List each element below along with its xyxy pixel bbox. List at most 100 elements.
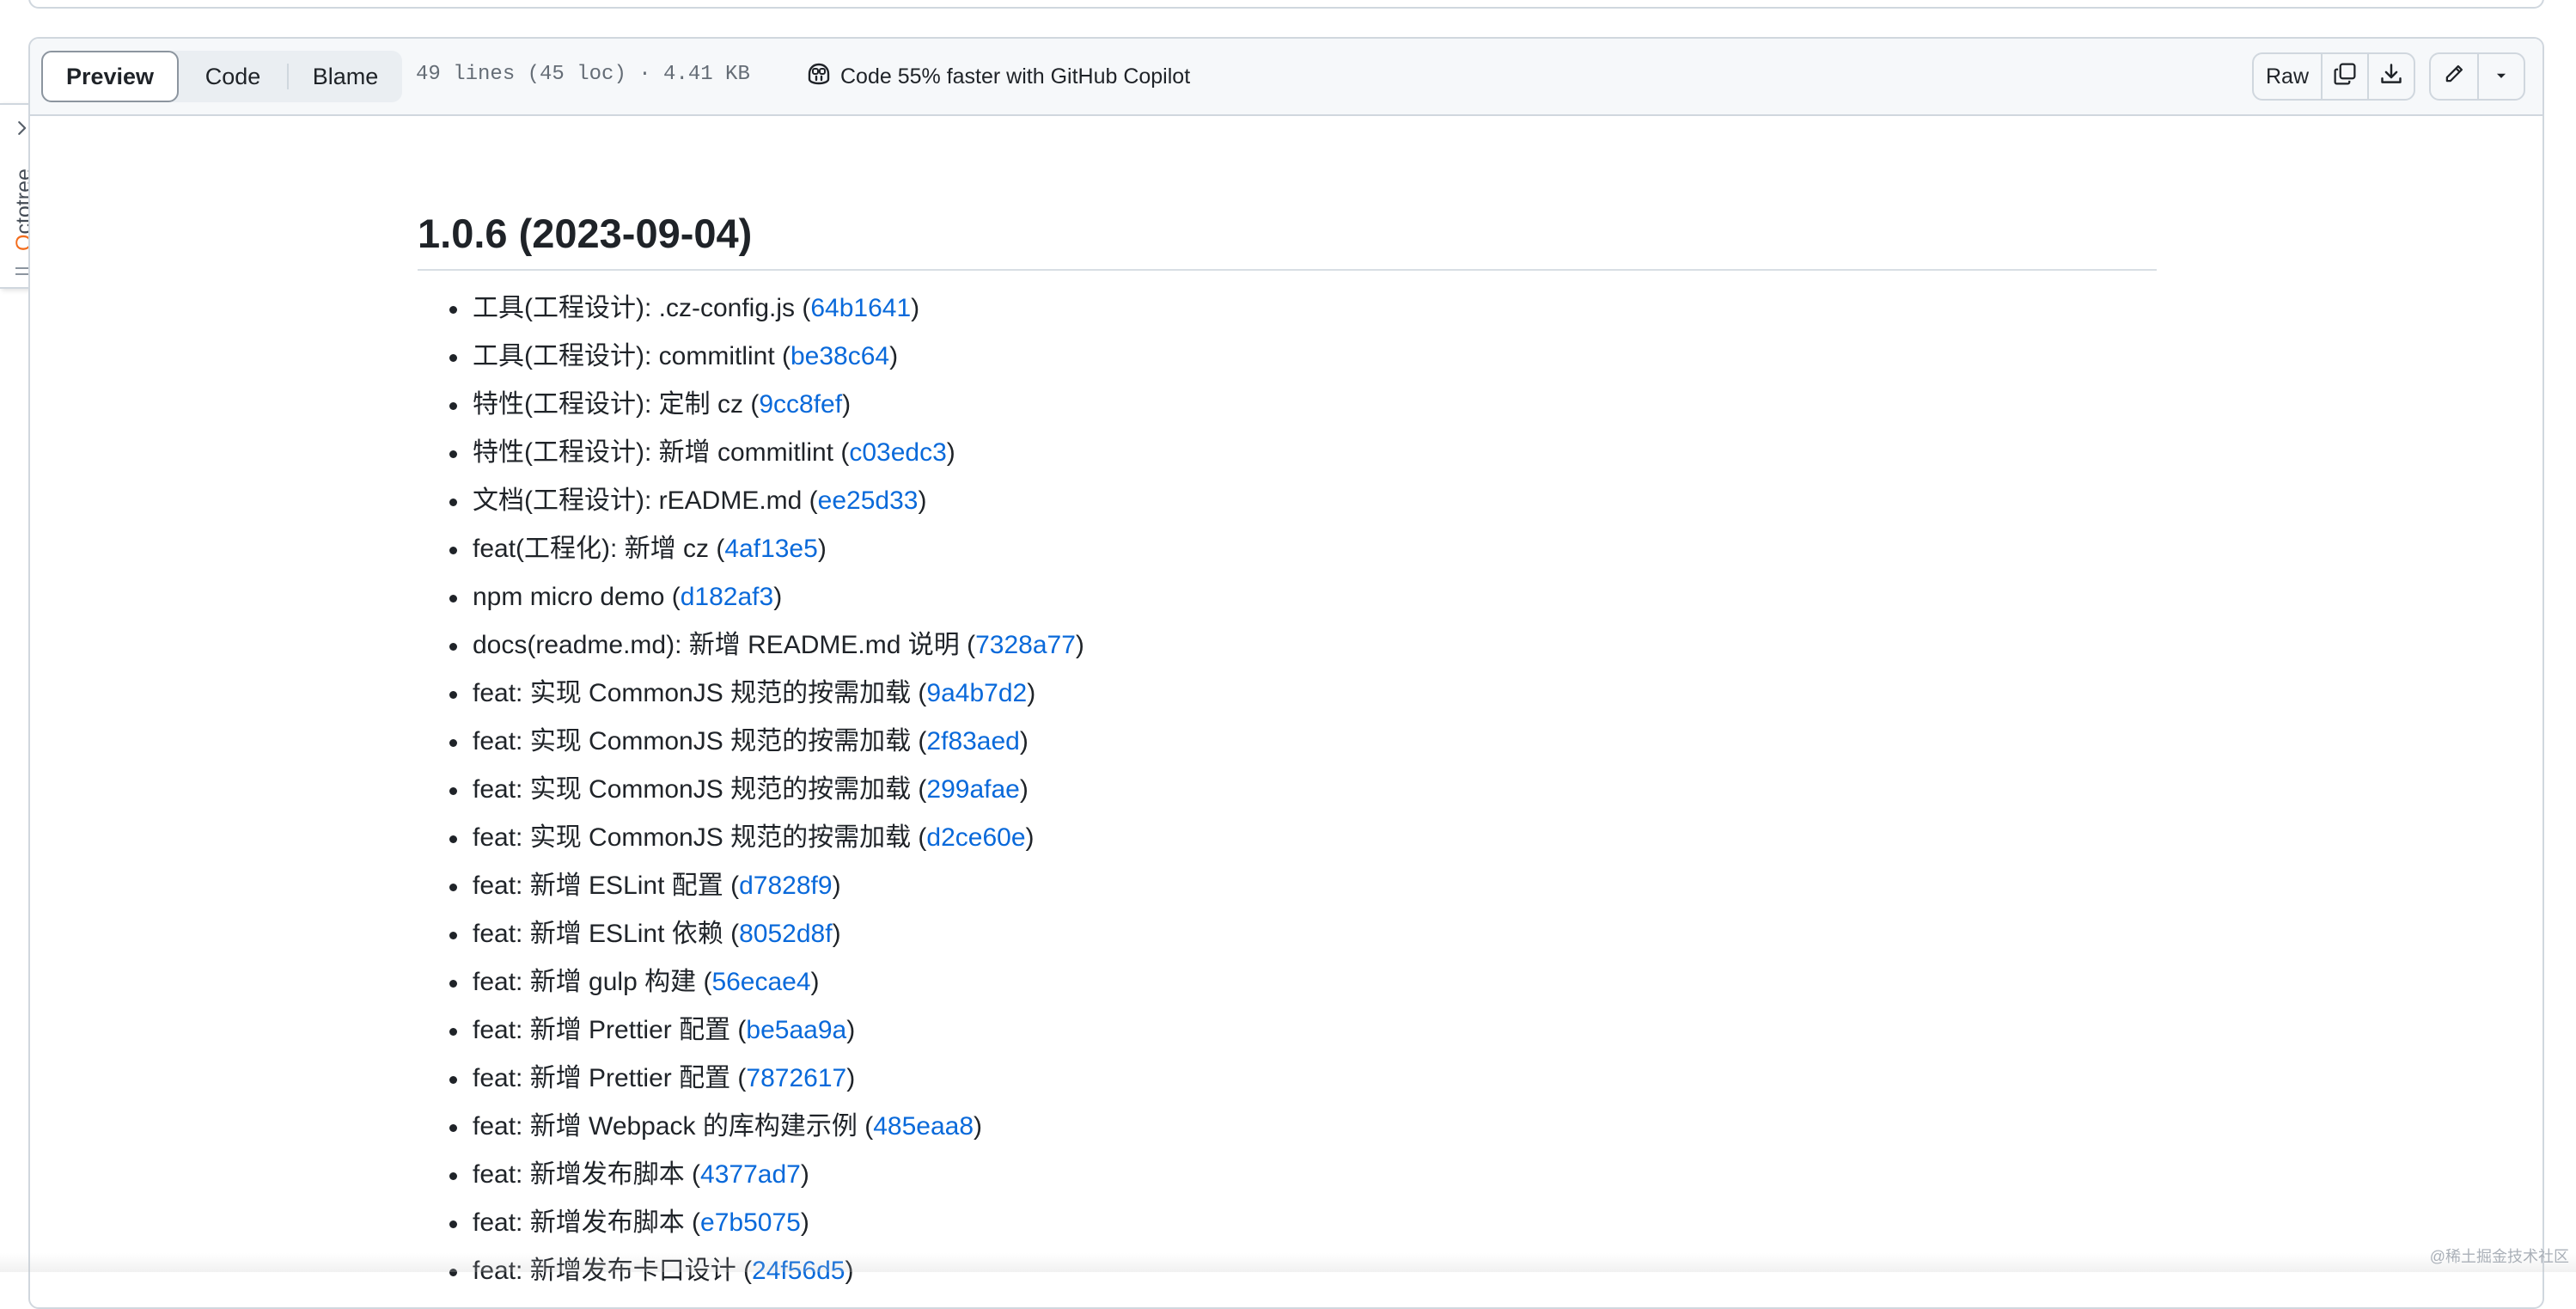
heading-divider [418, 269, 2157, 271]
commit-message: feat: 新增发布脚本 [473, 1160, 685, 1189]
bullet-icon [449, 835, 457, 843]
file-viewer: Preview Code Blame 49 lines (45 loc) · 4… [28, 37, 2544, 1309]
commit-hash-link[interactable]: 8052d8f [739, 920, 832, 948]
commit-message: feat: 实现 CommonJS 规范的按需加载 [473, 727, 911, 755]
commit-hash-link[interactable]: c03edc3 [849, 438, 946, 467]
bullet-icon [449, 306, 457, 314]
commit-list-item: feat: 新增 gulp 构建 (56ecae4) [418, 958, 2157, 1006]
more-edit-options-button[interactable] [2477, 54, 2524, 99]
commit-list-item: feat: 实现 CommonJS 规范的按需加载 (9a4b7d2) [418, 670, 2157, 718]
release-heading: 1.0.6 (2023-09-04) [418, 116, 2157, 257]
bullet-icon [449, 1172, 457, 1180]
bullet-icon [449, 980, 457, 988]
commit-message: feat: 新增 Prettier 配置 [473, 1016, 730, 1044]
caret-down-icon [2494, 64, 2509, 89]
commit-hash-link[interactable]: 7872617 [746, 1064, 846, 1092]
commit-hash-link[interactable]: 64b1641 [810, 294, 911, 322]
commit-list-item: 文档(工程设计): rEADME.md (ee25d33) [418, 477, 2157, 525]
file-header: Preview Code Blame 49 lines (45 loc) · 4… [30, 39, 2542, 116]
markdown-body: 1.0.6 (2023-09-04) 工具(工程设计): .cz-config.… [418, 116, 2157, 1295]
raw-button[interactable]: Raw [2254, 54, 2321, 99]
commit-message: npm micro demo [473, 583, 664, 611]
commit-list-item: feat: 新增 Prettier 配置 (7872617) [418, 1055, 2157, 1103]
commit-message: 文档(工程设计): rEADME.md [473, 486, 802, 515]
bullet-icon [449, 402, 457, 410]
commit-hash-link[interactable]: 485eaa8 [873, 1112, 974, 1141]
commit-message: feat: 实现 CommonJS 规范的按需加载 [473, 679, 911, 707]
commit-list-item: feat: 实现 CommonJS 规范的按需加载 (299afae) [418, 766, 2157, 814]
download-button[interactable] [2367, 54, 2414, 99]
edit-button[interactable] [2431, 54, 2477, 99]
previous-panel-edge [28, 0, 2544, 9]
commit-list-item: feat: 新增 ESLint 配置 (d7828f9) [418, 862, 2157, 910]
commit-list: 工具(工程设计): .cz-config.js (64b1641)工具(工程设计… [418, 284, 2157, 1295]
edit-actions-group [2429, 52, 2525, 101]
commit-list-item: 工具(工程设计): commitlint (be38c64) [418, 333, 2157, 381]
tab-preview[interactable]: Preview [41, 51, 179, 102]
commit-hash-link[interactable]: be5aa9a [746, 1016, 846, 1044]
commit-hash-link[interactable]: 7328a77 [975, 631, 1076, 659]
download-icon [2379, 62, 2403, 92]
bullet-icon [449, 595, 457, 603]
commit-message: 特性(工程设计): 新增 commitlint [473, 438, 833, 467]
commit-hash-link[interactable]: d7828f9 [739, 872, 832, 900]
copilot-label: Code 55% faster with GitHub Copilot [840, 64, 1190, 89]
copilot-promo-link[interactable]: Code 55% faster with GitHub Copilot [806, 59, 1190, 94]
file-actions: Raw [2252, 51, 2525, 102]
commit-message: feat: 新增 Prettier 配置 [473, 1064, 730, 1092]
commit-hash-link[interactable]: d182af3 [681, 583, 773, 611]
commit-hash-link[interactable]: d2ce60e [926, 823, 1025, 852]
commit-hash-link[interactable]: 56ecae4 [711, 968, 810, 996]
commit-hash-link[interactable]: ee25d33 [818, 486, 919, 515]
commit-hash-link[interactable]: 4377ad7 [700, 1160, 801, 1189]
copy-button[interactable] [2321, 54, 2367, 99]
commit-hash-link[interactable]: e7b5075 [700, 1208, 801, 1237]
bullet-icon [449, 643, 457, 651]
commit-hash-link[interactable]: 9cc8fef [759, 390, 842, 419]
copilot-icon [806, 62, 840, 92]
tab-blame[interactable]: Blame [289, 51, 402, 102]
commit-message: 特性(工程设计): 定制 cz [473, 390, 743, 419]
tab-code[interactable]: Code [179, 51, 287, 102]
commit-list-item: 特性(工程设计): 定制 cz (9cc8fef) [418, 381, 2157, 429]
bullet-icon [449, 787, 457, 795]
bullet-icon [449, 739, 457, 747]
commit-hash-link[interactable]: be38c64 [791, 342, 889, 370]
commit-list-item: feat: 实现 CommonJS 规范的按需加载 (d2ce60e) [418, 814, 2157, 862]
commit-message: feat: 新增 ESLint 依赖 [473, 920, 723, 948]
commit-message: feat: 新增 ESLint 配置 [473, 872, 723, 900]
bullet-icon [449, 1076, 457, 1084]
commit-message: feat: 新增 gulp 构建 [473, 968, 696, 996]
bullet-icon [449, 1220, 457, 1228]
bullet-icon [449, 932, 457, 939]
commit-hash-link[interactable]: 9a4b7d2 [926, 679, 1027, 707]
commit-list-item: 特性(工程设计): 新增 commitlint (c03edc3) [418, 429, 2157, 477]
commit-list-item: feat: 实现 CommonJS 规范的按需加载 (2f83aed) [418, 718, 2157, 766]
commit-message: docs(readme.md): 新增 README.md 说明 [473, 631, 960, 659]
commit-message: feat: 实现 CommonJS 规范的按需加载 [473, 775, 911, 804]
commit-list-item: feat: 新增 ESLint 依赖 (8052d8f) [418, 910, 2157, 958]
bullet-icon [449, 450, 457, 458]
bullet-icon [449, 1124, 457, 1132]
commit-list-item: docs(readme.md): 新增 README.md 说明 (7328a7… [418, 621, 2157, 670]
commit-list-item: feat: 新增发布脚本 (4377ad7) [418, 1151, 2157, 1199]
commit-list-item: feat: 新增发布脚本 (e7b5075) [418, 1199, 2157, 1247]
commit-hash-link[interactable]: 299afae [926, 775, 1019, 804]
bottom-shadow [0, 1253, 2576, 1272]
commit-hash-link[interactable]: 4af13e5 [724, 535, 817, 563]
commit-list-item: feat: 新增 Prettier 配置 (be5aa9a) [418, 1006, 2157, 1055]
commit-message: feat: 新增发布脚本 [473, 1208, 685, 1237]
raw-actions-group: Raw [2252, 52, 2415, 101]
file-meta: 49 lines (45 loc) · 4.41 KB [416, 63, 750, 86]
commit-hash-link[interactable]: 2f83aed [926, 727, 1019, 755]
commit-message: feat: 新增 Webpack 的库构建示例 [473, 1112, 858, 1141]
bullet-icon [449, 884, 457, 891]
bullet-icon [449, 354, 457, 362]
pencil-icon [2443, 63, 2465, 91]
commit-message: 工具(工程设计): .cz-config.js [473, 294, 795, 322]
copy-icon [2333, 62, 2357, 92]
bullet-icon [449, 499, 457, 506]
bullet-icon [449, 547, 457, 554]
commit-message: feat: 实现 CommonJS 规范的按需加载 [473, 823, 911, 852]
watermark: @稀土掘金技术社区 [2430, 1245, 2569, 1267]
